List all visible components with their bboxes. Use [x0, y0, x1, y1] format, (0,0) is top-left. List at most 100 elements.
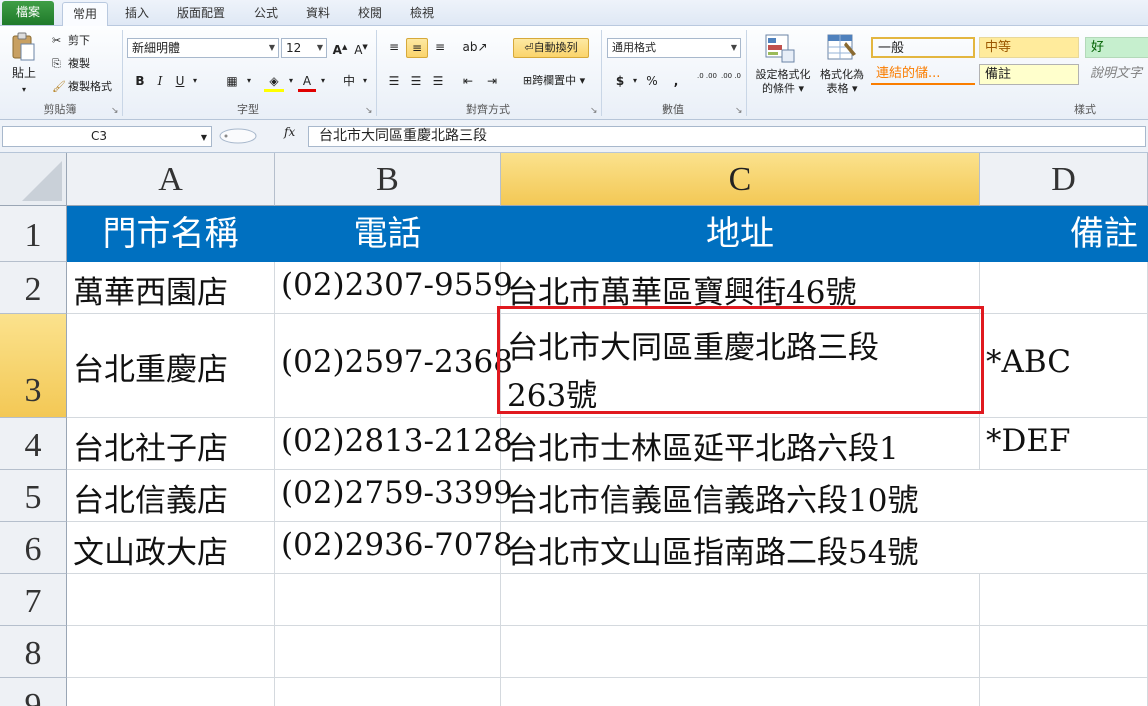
align-bottom-icon[interactable]: ≡ [430, 38, 450, 58]
decrease-indent-icon[interactable]: ⇤ [458, 72, 478, 92]
cell-b7[interactable] [275, 574, 501, 626]
chevron-down-icon[interactable]: ▾ [318, 72, 328, 92]
percent-button[interactable]: % [644, 72, 660, 92]
cell-a3[interactable]: 台北重慶店 [67, 314, 275, 418]
style-explanatory[interactable]: 說明文字 [1085, 64, 1148, 85]
increase-font-icon[interactable]: A▲ [331, 38, 349, 58]
cell-c8[interactable] [501, 626, 980, 678]
style-normal[interactable]: 一般 [871, 37, 975, 58]
row-header-4[interactable]: 4 [0, 418, 67, 470]
insert-function-icon[interactable]: fx [284, 125, 295, 139]
cell-c1[interactable]: 地址 [501, 206, 980, 262]
format-as-table-icon[interactable] [826, 32, 858, 64]
chevron-down-icon[interactable]: ▾ [630, 72, 640, 92]
style-note[interactable]: 備註 [979, 64, 1079, 85]
decrease-decimal-button[interactable]: .00 .0 [720, 72, 742, 92]
align-left-icon[interactable]: ☰ [384, 72, 404, 92]
alignment-launcher-icon[interactable]: ↘ [590, 106, 598, 116]
worksheet-grid[interactable]: A B C D 1 2 3 4 5 6 7 8 9 門市名稱 電話 地址 備註 … [0, 153, 1148, 706]
style-neutral[interactable]: 中等 [979, 37, 1079, 58]
comma-button[interactable]: , [668, 72, 684, 92]
chevron-down-icon[interactable]: ▾ [360, 72, 370, 92]
clipboard-launcher-icon[interactable]: ↘ [111, 106, 119, 116]
row-header-5[interactable]: 5 [0, 470, 67, 522]
cell-a2[interactable]: 萬華西園店 [67, 262, 275, 314]
phonetic-button[interactable]: 中 [340, 72, 358, 92]
merge-center-button[interactable]: ⊞跨欄置中 ▾ [513, 72, 595, 92]
conditional-formatting-button[interactable]: 設定格式化 的條件 ▾ [752, 68, 814, 96]
number-launcher-icon[interactable]: ↘ [735, 106, 743, 116]
cell-d8[interactable] [980, 626, 1148, 678]
cell-c2[interactable]: 台北市萬華區寶興街46號 [501, 262, 980, 314]
cell-c5[interactable]: 台北市信義區信義路六段10號 [501, 470, 980, 522]
format-as-table-button[interactable]: 格式化為 表格 ▾ [814, 68, 870, 96]
cell-b3[interactable]: (02)2597-2368 [275, 314, 513, 418]
font-name-select[interactable]: 新細明體 ▼ [127, 38, 279, 58]
row-header-9[interactable]: 9 [0, 678, 67, 706]
cell-d1[interactable]: 備註 [980, 206, 1148, 262]
italic-button[interactable]: I [152, 72, 168, 92]
chevron-down-icon[interactable]: ▾ [22, 83, 26, 97]
cell-a8[interactable] [67, 626, 275, 678]
cell-c4[interactable]: 台北市士林區延平北路六段1 [501, 418, 980, 470]
tab-view[interactable]: 檢視 [400, 2, 444, 26]
cell-a4[interactable]: 台北社子店 [67, 418, 275, 470]
cell-a7[interactable] [67, 574, 275, 626]
cut-button[interactable]: 剪下 [68, 34, 90, 48]
orientation-icon[interactable]: ab↗ [462, 38, 488, 58]
copy-button[interactable]: 複製 [68, 57, 90, 71]
cell-d6[interactable] [980, 522, 1148, 574]
increase-indent-icon[interactable]: ⇥ [482, 72, 502, 92]
wrap-text-button[interactable]: ⏎自動換列 [513, 38, 589, 58]
cell-c3[interactable]: 台北市大同區重慶北路三段 263號 [501, 314, 980, 418]
font-launcher-icon[interactable]: ↘ [365, 106, 373, 116]
tab-review[interactable]: 校閱 [348, 2, 392, 26]
tab-formulas[interactable]: 公式 [244, 2, 288, 26]
column-header-c[interactable]: C [501, 153, 980, 206]
row-header-8[interactable]: 8 [0, 626, 67, 678]
cell-c6[interactable]: 台北市文山區指南路二段54號 [501, 522, 980, 574]
copy-icon[interactable]: ⎘ [52, 57, 61, 71]
cell-a6[interactable]: 文山政大店 [67, 522, 275, 574]
fill-color-icon[interactable]: ◈ [264, 72, 284, 92]
align-top-icon[interactable]: ≡ [384, 38, 404, 58]
cell-d4[interactable]: *DEF [980, 418, 1148, 470]
tab-file[interactable]: 檔案 [2, 1, 54, 25]
decrease-font-icon[interactable]: A▼ [352, 38, 370, 58]
paste-button[interactable]: 貼上 [12, 66, 36, 80]
chevron-down-icon[interactable]: ▾ [190, 72, 200, 92]
cell-b2[interactable]: (02)2307-9559 [275, 262, 513, 314]
borders-icon[interactable]: ▦ [222, 72, 242, 92]
cell-b9[interactable] [275, 678, 501, 706]
cell-b4[interactable]: (02)2813-2128 [275, 418, 513, 470]
format-painter-icon[interactable]: 🖌 [52, 80, 66, 94]
font-size-select[interactable]: 12 ▼ [281, 38, 327, 58]
tab-data[interactable]: 資料 [296, 2, 340, 26]
chevron-down-icon[interactable]: ▾ [286, 72, 296, 92]
chevron-down-icon[interactable]: ▾ [244, 72, 254, 92]
tab-insert[interactable]: 插入 [114, 2, 160, 26]
currency-button[interactable]: $ [612, 72, 628, 92]
number-format-select[interactable]: 通用格式 ▼ [607, 38, 741, 58]
cell-d5[interactable] [980, 470, 1148, 522]
row-header-3[interactable]: 3 [0, 314, 67, 418]
row-header-2[interactable]: 2 [0, 262, 67, 314]
cell-b5[interactable]: (02)2759-3399 [275, 470, 513, 522]
cell-c7[interactable] [501, 574, 980, 626]
conditional-formatting-icon[interactable] [764, 32, 796, 64]
cell-b6[interactable]: (02)2936-7078 [275, 522, 513, 574]
format-painter-button[interactable]: 複製格式 [68, 80, 112, 94]
cell-d7[interactable] [980, 574, 1148, 626]
row-header-6[interactable]: 6 [0, 522, 67, 574]
tab-home[interactable]: 常用 [62, 2, 108, 27]
formula-input[interactable]: 台北市大同區重慶北路三段 [308, 126, 1146, 147]
cell-d2[interactable] [980, 262, 1148, 314]
cell-a1[interactable]: 門市名稱 [67, 206, 275, 262]
cell-c9[interactable] [501, 678, 980, 706]
align-middle-icon[interactable]: ≡ [406, 38, 428, 58]
tab-page-layout[interactable]: 版面配置 [166, 2, 236, 26]
cell-b1[interactable]: 電話 [275, 206, 501, 262]
cell-d3[interactable]: *ABC [980, 314, 1148, 418]
column-header-d[interactable]: D [980, 153, 1148, 206]
font-color-icon[interactable]: A [298, 72, 316, 92]
